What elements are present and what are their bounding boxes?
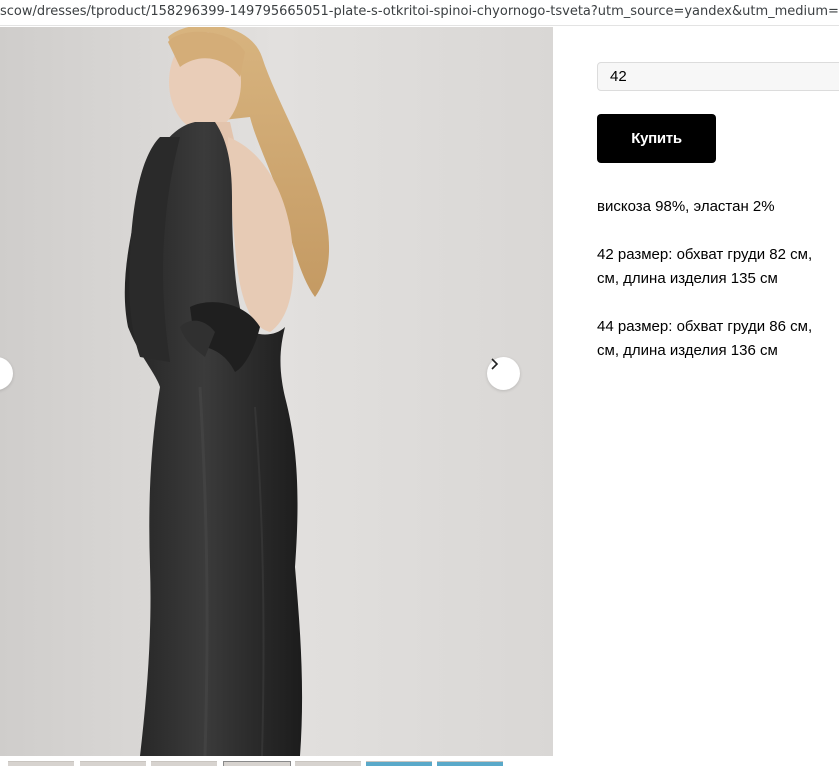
size-select-value: 42	[610, 68, 627, 85]
product-photo	[0, 27, 553, 756]
size-44-line-1: 44 размер: обхват груди 86 см,	[597, 318, 813, 335]
composition-text: вискоза 98%, эластан 2%	[597, 198, 775, 215]
thumbnail-active[interactable]	[223, 761, 291, 766]
thumbnail[interactable]	[8, 761, 74, 766]
thumbnail[interactable]	[437, 761, 503, 766]
product-gallery[interactable]	[0, 27, 553, 756]
buy-button-label: Купить	[631, 130, 682, 147]
size-select[interactable]: 42	[597, 62, 839, 91]
url-text: scow/dresses/tproduct/158296399-14979566…	[0, 4, 839, 19]
size-44-line-2: см, длина изделия 136 см	[597, 342, 778, 359]
thumbnail[interactable]	[151, 761, 217, 766]
thumbnail-strip	[0, 756, 553, 766]
size-42-measurements: 42 размер: обхват груди 82 см, см, длина…	[597, 243, 812, 291]
size-44-measurements: 44 размер: обхват груди 86 см, см, длина…	[597, 315, 812, 363]
size-42-line-1: 42 размер: обхват груди 82 см,	[597, 246, 813, 263]
chevron-right-icon	[491, 358, 499, 370]
thumbnail[interactable]	[366, 761, 432, 766]
thumbnail[interactable]	[295, 761, 361, 766]
page: scow/dresses/tproduct/158296399-14979566…	[0, 0, 839, 766]
product-info-panel: 42 Купить вискоза 98%, эластан 2% 42 раз…	[553, 27, 839, 766]
size-42-line-2: см, длина изделия 135 см	[597, 270, 778, 287]
buy-button[interactable]: Купить	[597, 114, 716, 163]
next-image-button[interactable]	[487, 357, 520, 390]
address-bar[interactable]: scow/dresses/tproduct/158296399-14979566…	[0, 0, 839, 26]
thumbnail[interactable]	[80, 761, 146, 766]
